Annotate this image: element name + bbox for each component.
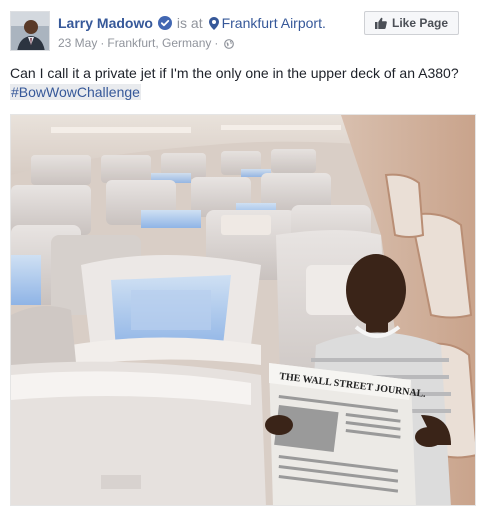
verified-badge-icon (157, 16, 172, 30)
is-at-text: is at (176, 15, 203, 31)
hashtag-link[interactable]: #BowWowChallenge (10, 84, 141, 100)
thumbs-up-icon (374, 17, 387, 29)
author-name-link[interactable]: Larry Madowo (58, 15, 153, 31)
globe-icon[interactable] (224, 38, 235, 49)
post-photo[interactable]: THE WALL STREET JOURNAL. (10, 114, 476, 506)
author-avatar[interactable] (10, 11, 50, 51)
post-date-link[interactable]: 23 May (58, 36, 97, 50)
like-page-label: Like Page (391, 16, 449, 30)
post-header: Larry Madowo is at Frankfurt Airport. (58, 13, 326, 33)
avatar-image (11, 12, 49, 50)
location-link[interactable]: Frankfurt Airport. (222, 15, 326, 31)
post-place-link[interactable]: Frankfurt, Germany (107, 36, 211, 50)
post-meta: 23 May · Frankfurt, Germany · (58, 36, 235, 50)
meta-separator: · (100, 36, 105, 50)
cabin-photo: THE WALL STREET JOURNAL. (11, 115, 475, 505)
facebook-post: Larry Madowo is at Frankfurt Airport. 23… (0, 0, 485, 514)
meta-separator: · (214, 36, 219, 50)
post-body-text: Can I call it a private jet if I'm the o… (10, 65, 459, 81)
like-page-button[interactable]: Like Page (364, 11, 459, 35)
post-text: Can I call it a private jet if I'm the o… (10, 64, 480, 102)
map-pin-icon (208, 16, 219, 30)
